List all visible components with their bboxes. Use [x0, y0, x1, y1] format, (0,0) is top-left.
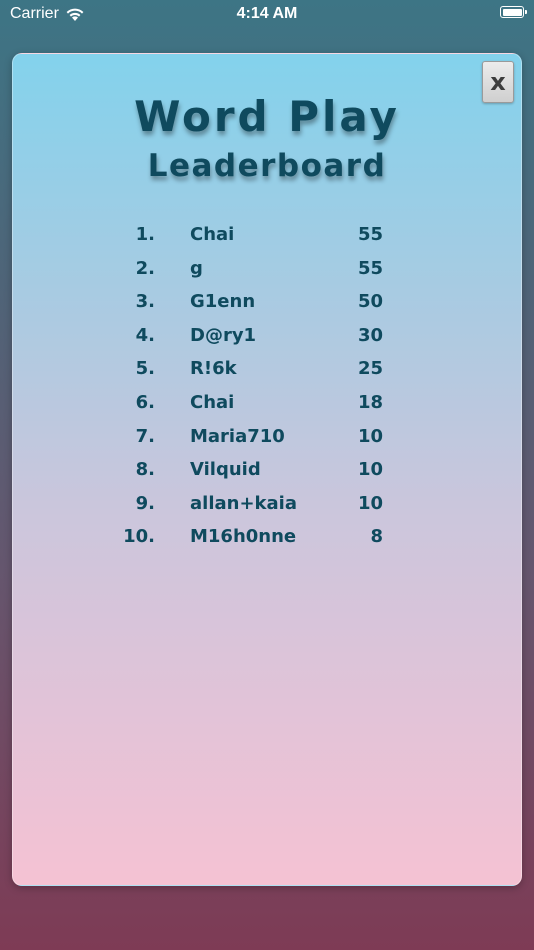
- leaderboard-card: x Word Play Leaderboard 1. Chai 55 2. g …: [12, 53, 522, 886]
- player-score: 25: [357, 358, 383, 380]
- player-score: 10: [357, 425, 383, 447]
- player-name: g: [190, 257, 203, 279]
- leaderboard-row: 6. Chai 18: [13, 387, 523, 421]
- battery-fill: [502, 8, 522, 16]
- rank-label: 3.: [135, 291, 155, 313]
- player-score: 10: [357, 492, 383, 514]
- leaderboard-row: 7. Maria710 10: [13, 421, 523, 455]
- leaderboard-list: 1. Chai 55 2. g 55 3. G1enn 50 4. D@ry1 …: [13, 219, 523, 555]
- rank-label: 9.: [135, 492, 155, 514]
- player-name: Chai: [190, 224, 235, 245]
- player-score: 10: [357, 459, 383, 481]
- player-score: 18: [357, 391, 383, 413]
- leaderboard-row: 4. D@ry1 30: [13, 320, 523, 354]
- player-name: R!6k: [190, 358, 237, 380]
- player-score: 50: [357, 291, 383, 313]
- battery-icon: [500, 6, 527, 18]
- player-name: M16h0nne: [190, 526, 297, 548]
- leaderboard-row: 1. Chai 55: [13, 219, 523, 253]
- rank-label: 7.: [135, 425, 155, 447]
- status-bar: Carrier 4:14 AM: [0, 0, 534, 28]
- leaderboard-row: 8. Vilquid 10: [13, 454, 523, 488]
- rank-label: 1.: [135, 224, 155, 245]
- leaderboard-row: 10. M16h0nne 8: [13, 521, 523, 555]
- rank-label: 4.: [135, 324, 155, 346]
- leaderboard-row: 5. R!6k 25: [13, 353, 523, 387]
- app-screen: Carrier 4:14 AM x Word Play Leaderboard …: [0, 0, 534, 950]
- player-score: 8: [370, 526, 383, 548]
- player-name: allan+kaia: [190, 492, 297, 514]
- page-title: Word Play: [134, 92, 400, 141]
- page-subtitle: Leaderboard: [147, 148, 387, 184]
- player-score: 30: [357, 324, 383, 346]
- player-name: Vilquid: [190, 459, 261, 481]
- leaderboard-row: 2. g 55: [13, 253, 523, 287]
- player-name: Chai: [190, 391, 235, 413]
- rank-label: 5.: [135, 358, 155, 380]
- player-score: 55: [357, 257, 383, 279]
- rank-label: 6.: [135, 391, 155, 413]
- leaderboard-row: 9. allan+kaia 10: [13, 488, 523, 522]
- player-name: Maria710: [190, 425, 285, 447]
- player-score: 55: [357, 224, 383, 245]
- status-time: 4:14 AM: [236, 5, 298, 22]
- leaderboard-row: 3. G1enn 50: [13, 286, 523, 320]
- player-name: D@ry1: [190, 324, 257, 346]
- rank-label: 2.: [135, 257, 155, 279]
- player-name: G1enn: [190, 291, 256, 313]
- rank-label: 10.: [123, 526, 155, 548]
- rank-label: 8.: [135, 459, 155, 481]
